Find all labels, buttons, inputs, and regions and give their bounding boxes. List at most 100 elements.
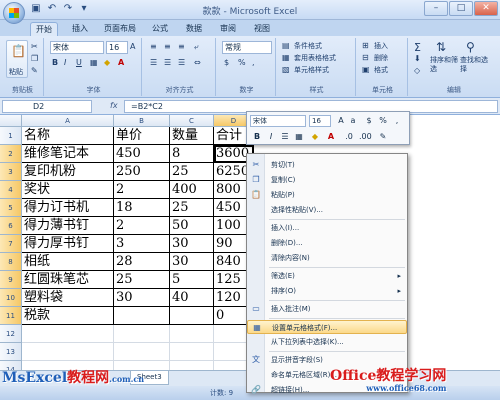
- cell-c7[interactable]: 30: [170, 235, 214, 253]
- row-header[interactable]: 8: [0, 253, 22, 271]
- cell-b6[interactable]: 2: [114, 217, 170, 235]
- context-menu-item[interactable]: ✂ 剪切(T): [247, 158, 407, 172]
- mini-border-icon[interactable]: ▦: [293, 131, 305, 143]
- wrap-text-icon[interactable]: ⤶: [194, 42, 198, 52]
- cell-b8[interactable]: 28: [114, 253, 170, 271]
- row-header[interactable]: 9: [0, 271, 22, 289]
- mini-bold-icon[interactable]: B: [251, 131, 263, 143]
- cell-c3[interactable]: 25: [170, 163, 214, 181]
- font-size-combo[interactable]: 16: [106, 41, 128, 54]
- context-menu-item[interactable]: 从下拉列表中选择(K)...: [247, 335, 407, 349]
- row-header[interactable]: 2: [0, 145, 22, 163]
- format-painter-icon[interactable]: ✎: [31, 66, 38, 75]
- row-header[interactable]: 12: [0, 325, 22, 343]
- select-all-corner[interactable]: [0, 115, 22, 127]
- sort-filter-button[interactable]: 排序和筛选: [430, 56, 458, 74]
- redo-icon[interactable]: ↷: [62, 3, 74, 15]
- percent-icon[interactable]: %: [238, 58, 246, 67]
- autosum-icon[interactable]: Σ: [414, 41, 421, 54]
- mini-increase-decimal-icon[interactable]: .00: [359, 131, 372, 143]
- align-bottom-icon[interactable]: ≡: [178, 42, 185, 51]
- tab-view[interactable]: 视图: [250, 22, 274, 36]
- cell-b13[interactable]: [114, 343, 170, 361]
- context-menu-item[interactable]: 清除内容(N): [247, 251, 407, 265]
- cell-a2[interactable]: 维修笔记本: [22, 145, 114, 163]
- row-header[interactable]: 1: [0, 127, 22, 145]
- font-name-combo[interactable]: 宋体: [50, 41, 104, 54]
- cell-c8[interactable]: 30: [170, 253, 214, 271]
- align-middle-icon[interactable]: ≡: [164, 42, 171, 51]
- mini-grow-font-icon[interactable]: A: [335, 115, 347, 127]
- cell-c5[interactable]: 25: [170, 199, 214, 217]
- grow-font-icon[interactable]: A: [130, 42, 135, 51]
- context-menu-item[interactable]: 筛选(E) ▸: [247, 269, 407, 283]
- tab-insert[interactable]: 插入: [68, 22, 92, 36]
- mini-percent-icon[interactable]: %: [377, 115, 389, 127]
- maximize-button[interactable]: □: [449, 1, 473, 16]
- mini-currency-icon[interactable]: $: [363, 115, 375, 127]
- cell-a10[interactable]: 塑料袋: [22, 289, 114, 307]
- tab-review[interactable]: 审阅: [216, 22, 240, 36]
- comma-icon[interactable]: ,: [252, 58, 255, 67]
- cell-c6[interactable]: 50: [170, 217, 214, 235]
- cell-c12[interactable]: [170, 325, 214, 343]
- align-center-icon[interactable]: ☰: [164, 58, 171, 67]
- row-header[interactable]: 7: [0, 235, 22, 253]
- mini-format-painter-icon[interactable]: ✎: [377, 131, 389, 143]
- insert-cells-button[interactable]: 插入: [374, 41, 388, 51]
- mini-fill-color-icon[interactable]: ◆: [309, 131, 321, 143]
- merge-center-icon[interactable]: ⇔: [194, 58, 201, 67]
- close-button[interactable]: ✕: [474, 1, 498, 16]
- cell-a3[interactable]: 复印机粉: [22, 163, 114, 181]
- row-header[interactable]: 10: [0, 289, 22, 307]
- context-menu-item[interactable]: 选择性粘贴(V)...: [247, 203, 407, 217]
- cell-c9[interactable]: 5: [170, 271, 214, 289]
- row-header[interactable]: 4: [0, 181, 22, 199]
- cell-a7[interactable]: 得力厚书钉: [22, 235, 114, 253]
- mini-size-combo[interactable]: 16: [309, 115, 331, 127]
- format-as-table-button[interactable]: 套用表格格式: [294, 53, 336, 63]
- find-select-button[interactable]: 查找和选择: [460, 56, 488, 74]
- qat-dropdown-icon[interactable]: ▾: [78, 3, 90, 15]
- cut-icon[interactable]: ✂: [31, 42, 38, 51]
- context-menu-item[interactable]: 删除(D)...: [247, 236, 407, 250]
- format-cells-button[interactable]: 格式: [374, 65, 388, 75]
- paste-button[interactable]: 📋 粘贴: [6, 40, 28, 78]
- cell-c11[interactable]: [170, 307, 214, 325]
- copy-icon[interactable]: ❐: [31, 54, 38, 63]
- row-header[interactable]: 3: [0, 163, 22, 181]
- cell-b5[interactable]: 18: [114, 199, 170, 217]
- name-box[interactable]: D2: [2, 100, 92, 113]
- mini-italic-icon[interactable]: I: [265, 131, 277, 143]
- office-button[interactable]: [3, 2, 25, 24]
- clear-icon[interactable]: ◇: [414, 66, 420, 75]
- cell-b10[interactable]: 30: [114, 289, 170, 307]
- row-header[interactable]: 6: [0, 217, 22, 235]
- cell-b7[interactable]: 3: [114, 235, 170, 253]
- cell-c1[interactable]: 数量: [170, 127, 214, 145]
- italic-icon[interactable]: I: [64, 58, 66, 67]
- conditional-format-button[interactable]: 条件格式: [294, 41, 322, 51]
- tab-formulas[interactable]: 公式: [148, 22, 172, 36]
- cell-c10[interactable]: 40: [170, 289, 214, 307]
- row-header[interactable]: 5: [0, 199, 22, 217]
- delete-cells-button[interactable]: 删除: [374, 53, 388, 63]
- context-menu-item[interactable]: 插入(I)...: [247, 221, 407, 235]
- row-header[interactable]: 13: [0, 343, 22, 361]
- tab-page-layout[interactable]: 页面布局: [100, 22, 140, 36]
- cell-c2[interactable]: 8: [170, 145, 214, 163]
- cell-a5[interactable]: 得力订书机: [22, 199, 114, 217]
- cell-b3[interactable]: 250: [114, 163, 170, 181]
- cell-a11[interactable]: 税款: [22, 307, 114, 325]
- cell-a8[interactable]: 相纸: [22, 253, 114, 271]
- column-header-c[interactable]: C: [170, 115, 214, 127]
- fill-icon[interactable]: ⬇: [414, 54, 421, 63]
- cell-b1[interactable]: 单价: [114, 127, 170, 145]
- fx-icon[interactable]: fx: [110, 101, 118, 110]
- context-menu-item[interactable]: ❐ 复制(C): [247, 173, 407, 187]
- mini-font-combo[interactable]: 宋体: [250, 115, 306, 127]
- cell-styles-button[interactable]: 单元格样式: [294, 65, 329, 75]
- mini-font-color-icon[interactable]: A: [325, 131, 337, 143]
- cell-b2[interactable]: 450: [114, 145, 170, 163]
- cell-b12[interactable]: [114, 325, 170, 343]
